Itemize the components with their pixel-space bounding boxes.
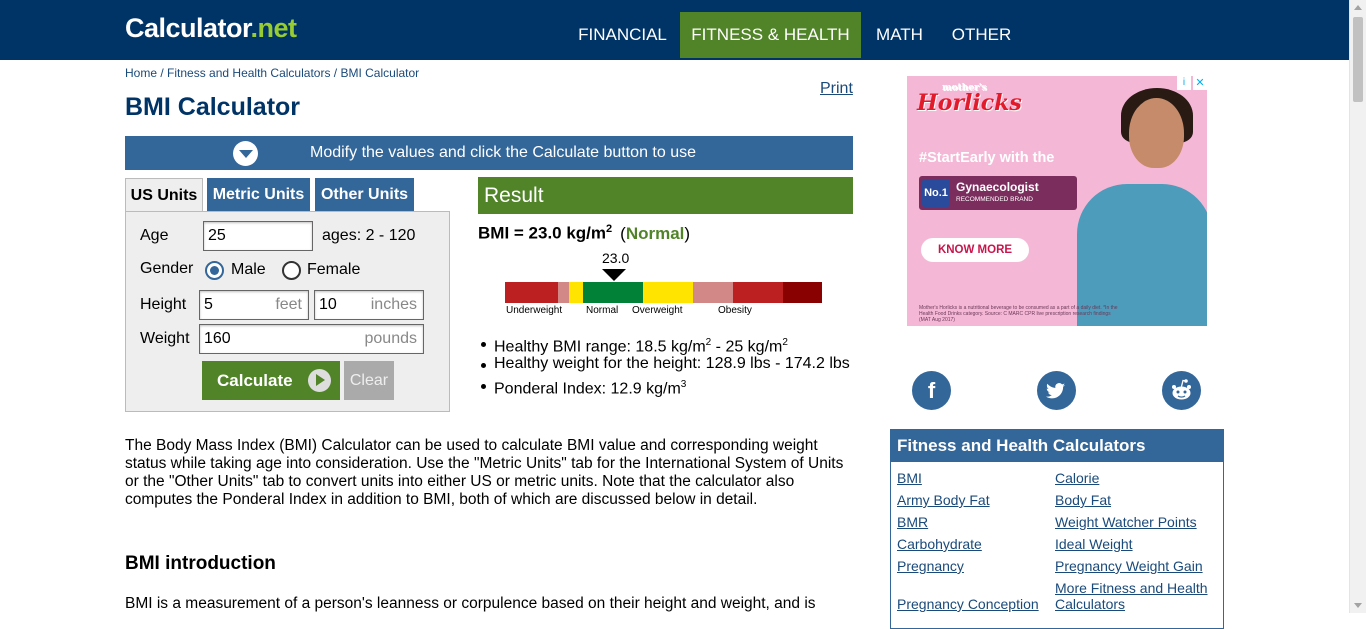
banner-text: Modify the values and click the Calculat… bbox=[310, 144, 696, 161]
age-hint: ages: 2 - 120 bbox=[322, 227, 416, 244]
chevron-down-icon[interactable] bbox=[233, 141, 258, 166]
sidebar-link-pregnancy-conception[interactable]: Pregnancy Conception bbox=[897, 596, 1039, 612]
sidebar-link-body-fat[interactable]: Body Fat bbox=[1055, 492, 1111, 508]
gauge-pointer-icon bbox=[602, 269, 626, 281]
nav-math[interactable]: MATH bbox=[862, 12, 937, 58]
nav-financial[interactable]: FINANCIAL bbox=[566, 12, 679, 58]
sidebar-link-pregnancy[interactable]: Pregnancy bbox=[897, 558, 964, 574]
tab-other-units[interactable]: Other Units bbox=[315, 178, 414, 212]
gauge-segment bbox=[693, 282, 733, 303]
gauge-label-overweight: Overweight bbox=[632, 305, 683, 316]
gender-female-label[interactable]: Female bbox=[307, 261, 360, 279]
height-label: Height bbox=[140, 296, 187, 313]
sidebar-link-weight-watcher[interactable]: Weight Watcher Points bbox=[1055, 514, 1197, 530]
scroll-thumb[interactable] bbox=[1353, 17, 1363, 102]
bmi-gauge bbox=[505, 282, 822, 303]
list-item: Healthy BMI range: 18.5 kg/m2 - 25 kg/m2 bbox=[479, 332, 850, 355]
gauge-segment bbox=[558, 282, 569, 303]
age-input[interactable]: 25 bbox=[203, 221, 313, 251]
sidebar-heading: Fitness and Health Calculators bbox=[891, 430, 1223, 462]
sidebar-link-bmi[interactable]: BMI bbox=[897, 470, 922, 486]
section-text: BMI is a measurement of a person's leann… bbox=[125, 595, 816, 612]
scroll-down-icon[interactable] bbox=[1354, 603, 1362, 608]
sidebar-link-more-fitness[interactable]: More Fitness and Health Calculators bbox=[1055, 580, 1220, 612]
sidebar-link-ideal-weight[interactable]: Ideal Weight bbox=[1055, 536, 1133, 552]
gauge-segment bbox=[583, 282, 643, 303]
gauge-segment bbox=[733, 282, 783, 303]
sidebar-link-carbohydrate[interactable]: Carbohydrate bbox=[897, 536, 982, 552]
fitness-calculators-box: Fitness and Health Calculators BMI Army … bbox=[890, 429, 1224, 629]
result-heading: Result bbox=[478, 177, 853, 214]
gauge-segment bbox=[569, 282, 583, 303]
description-text: The Body Mass Index (BMI) Calculator can… bbox=[125, 437, 844, 508]
nav-other[interactable]: OTHER bbox=[938, 12, 1025, 58]
clear-button[interactable]: Clear bbox=[344, 361, 394, 400]
ad-headline: #StartEarly with the bbox=[919, 150, 1055, 166]
page-scrollbar[interactable] bbox=[1349, 0, 1366, 613]
breadcrumb-fitness[interactable]: Fitness and Health Calculators bbox=[167, 66, 330, 80]
result-details: Healthy BMI range: 18.5 kg/m2 - 25 kg/m2… bbox=[479, 332, 850, 397]
gauge-value: 23.0 bbox=[602, 250, 630, 266]
age-label: Age bbox=[140, 227, 169, 244]
top-nav-bar: Calculator.net FINANCIAL FITNESS & HEALT… bbox=[0, 0, 1349, 60]
print-link[interactable]: Print bbox=[820, 80, 853, 98]
facebook-icon[interactable]: f bbox=[912, 371, 951, 410]
gauge-segment bbox=[505, 282, 558, 303]
ad-image-face bbox=[1129, 98, 1184, 168]
page-title: BMI Calculator bbox=[125, 93, 301, 121]
sidebar-link-calorie[interactable]: Calorie bbox=[1055, 470, 1099, 486]
ad-badge: No.1 Gynaecologist RECOMMENDED BRAND bbox=[919, 176, 1077, 210]
ad-info-icon[interactable]: i bbox=[1177, 76, 1191, 90]
ad-brand: mother's Horlicks bbox=[917, 83, 1022, 116]
scroll-up-icon[interactable] bbox=[1354, 5, 1362, 10]
list-item: Ponderal Index: 12.9 kg/m3 bbox=[479, 374, 850, 397]
nav-fitness-health[interactable]: FITNESS & HEALTH bbox=[680, 12, 861, 58]
twitter-icon[interactable] bbox=[1037, 371, 1076, 410]
gender-female-radio[interactable] bbox=[282, 261, 301, 280]
ad-close-icon[interactable]: ✕ bbox=[1193, 76, 1207, 90]
gender-label: Gender bbox=[140, 260, 194, 277]
section-heading: BMI introduction bbox=[125, 553, 276, 574]
sidebar-link-pregnancy-weight-gain[interactable]: Pregnancy Weight Gain bbox=[1055, 558, 1203, 574]
gauge-segment bbox=[783, 282, 822, 303]
play-icon bbox=[308, 369, 331, 392]
gauge-label-obesity: Obesity bbox=[718, 305, 752, 316]
sidebar-link-bmr[interactable]: BMR bbox=[897, 514, 928, 530]
advertisement[interactable]: mother's Horlicks #StartEarly with the No… bbox=[907, 76, 1207, 326]
reddit-icon[interactable] bbox=[1162, 371, 1201, 410]
bmi-result: BMI = 23.0 kg/m2 (Normal) bbox=[478, 223, 691, 243]
calculate-button[interactable]: Calculate bbox=[202, 361, 340, 400]
sidebar-link-army-body-fat[interactable]: Army Body Fat bbox=[897, 492, 990, 508]
ad-cta-button[interactable]: KNOW MORE bbox=[921, 238, 1029, 262]
instruction-banner[interactable]: Modify the values and click the Calculat… bbox=[125, 136, 853, 170]
gauge-label-normal: Normal bbox=[586, 305, 619, 316]
site-logo[interactable]: Calculator.net bbox=[125, 13, 297, 44]
weight-input[interactable]: 160 pounds bbox=[199, 324, 424, 354]
gender-male-radio[interactable] bbox=[205, 261, 224, 280]
tab-us-units[interactable]: US Units bbox=[125, 178, 203, 212]
gauge-segment bbox=[643, 282, 693, 303]
status-badge: Normal bbox=[625, 223, 685, 243]
height-feet-input[interactable]: 5 feet bbox=[199, 290, 309, 320]
breadcrumb: Home / Fitness and Health Calculators / … bbox=[125, 66, 420, 80]
breadcrumb-bmi[interactable]: BMI Calculator bbox=[340, 66, 419, 80]
gender-male-label[interactable]: Male bbox=[231, 261, 266, 279]
ad-fine-print: Mother's Horlicks is a nutritional bever… bbox=[919, 305, 1118, 323]
gauge-label-underweight: Underweight bbox=[506, 305, 563, 316]
tab-metric-units[interactable]: Metric Units bbox=[207, 178, 310, 212]
list-item: Healthy weight for the height: 128.9 lbs… bbox=[479, 353, 850, 374]
breadcrumb-home[interactable]: Home bbox=[125, 66, 157, 80]
height-inches-input[interactable]: 10 inches bbox=[314, 290, 424, 320]
weight-label: Weight bbox=[140, 330, 190, 347]
